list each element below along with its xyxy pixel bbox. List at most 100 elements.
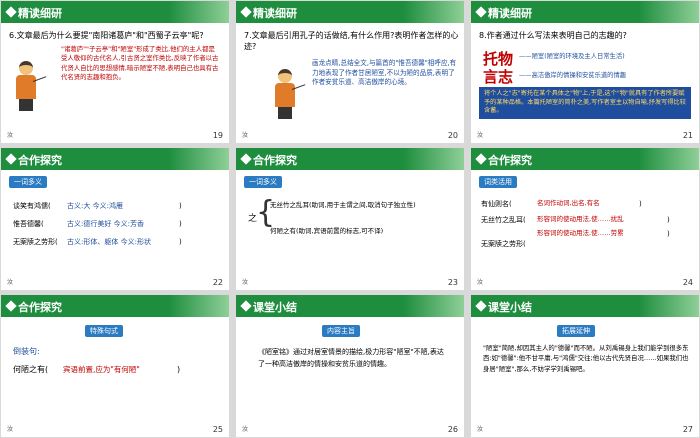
- summary-text: 《陋室铭》通过对居室情景的描绘,极力形容"陋室"不陋,表达了一种高洁傲岸的情操和…: [258, 348, 444, 368]
- footer-mark: 汝: [7, 279, 14, 286]
- row-label: 惟吾德馨(: [13, 220, 44, 228]
- slide-19[interactable]: 精读细研 6.文章最后为什么要提"南阳诸葛庐"和"西蜀子云亭"呢? "诸葛庐""…: [1, 1, 229, 143]
- diamond-icon: [5, 6, 17, 18]
- footer-mark: 汝: [477, 426, 484, 433]
- slide-22[interactable]: 合作探究 一词多义 谈笑有鸿儒( 古义:大 今义:鸿雁 ) 惟吾德馨( 古义:德…: [1, 148, 229, 290]
- slide-20[interactable]: 精读细研 7.文章最后引用孔子的话做结,有什么作用?表明作者怎样的心迹? 画龙点…: [236, 1, 464, 143]
- slide-header-title: 合作探究: [18, 301, 62, 314]
- header-stripe: [639, 148, 699, 170]
- row-meaning: 古义:形体、躯体 今义:形状: [67, 238, 151, 246]
- slide-header-title: 合作探究: [488, 154, 532, 167]
- footer-mark: 汝: [477, 132, 484, 139]
- answer-text: "诸葛庐""子云亭"和"陋室"形成了类比,他们的主人都是受人敬仰的古代名人,引古…: [61, 45, 219, 81]
- footer-mark: 汝: [242, 132, 249, 139]
- row-label: 无案牍之劳形(: [481, 240, 526, 248]
- sentence-close: ): [177, 365, 181, 374]
- explanation-box: 将个人之"志"寄托在某个具体之"物"上,于是,这个"物"就具有了作者所要赋予的某…: [479, 87, 691, 120]
- diamond-icon: [240, 153, 252, 165]
- slide-header: 合作探究: [471, 148, 699, 170]
- slide-21[interactable]: 精读细研 8.作者通过什么写法来表明自己的志趣的? 托物 言志 ——陋室(陋室的…: [471, 1, 699, 143]
- slide-header-title: 精读细研: [488, 7, 532, 20]
- row-close: ): [179, 202, 182, 210]
- header-stripe: [639, 1, 699, 23]
- row-close: ): [667, 230, 670, 238]
- page-number: 24: [682, 278, 693, 287]
- object-line: ——陋室(陋室的环境及主人日常生活): [519, 53, 625, 60]
- diamond-icon: [475, 300, 487, 312]
- section-tag: 内容主旨: [322, 325, 360, 337]
- slide-header-title: 精读细研: [253, 7, 297, 20]
- footer-mark: 汝: [7, 132, 14, 139]
- header-stripe: [169, 148, 229, 170]
- footer-mark: 汝: [477, 279, 484, 286]
- row-close: ): [179, 220, 182, 228]
- slide-header: 合作探究: [236, 148, 464, 170]
- sentence-type-label: 倒装句:: [13, 347, 40, 356]
- page-number: 23: [447, 278, 458, 287]
- slide-header: 课堂小结: [236, 295, 464, 317]
- header-stripe: [169, 1, 229, 23]
- big-text-tuowu: 托物: [483, 50, 514, 68]
- diamond-icon: [5, 153, 17, 165]
- question: 6.文章最后为什么要提"南阳诸葛庐"和"西蜀子云亭"呢?: [9, 31, 204, 40]
- row-label: 谈笑有鸿儒(: [13, 202, 51, 210]
- page-number: 25: [212, 425, 223, 434]
- slide-header: 合作探究: [1, 295, 229, 317]
- mind-line: ——高洁傲岸的情操和安贫乐道的情趣: [519, 72, 627, 79]
- slide-27[interactable]: 课堂小结 拓展延伸 "陋室"简陋,却因其主人的"德馨"而不陋。从刘禹锡身上我们能…: [471, 295, 699, 437]
- page-number: 21: [682, 131, 693, 140]
- slide-header: 课堂小结: [471, 295, 699, 317]
- header-stripe: [404, 148, 464, 170]
- page-number: 27: [682, 425, 693, 434]
- header-stripe: [404, 295, 464, 317]
- extension-text: "陋室"简陋,却因其主人的"德馨"而不陋。从刘禹锡身上我们能学到很多东西:如"德…: [483, 344, 689, 373]
- section-tag: 一词多义: [244, 176, 282, 188]
- row-close: ): [639, 200, 642, 208]
- answer-text: 画龙点睛,总结全文,与篇首的"惟吾德馨"相呼应,有力地表现了作者甘居陋室,不以为…: [312, 59, 457, 87]
- row-label: 有仙则名(: [481, 200, 512, 208]
- slide-header-title: 合作探究: [253, 154, 297, 167]
- diamond-icon: [475, 6, 487, 18]
- section-tag: 一词多义: [9, 176, 47, 188]
- row-label: 无丝竹之乱耳(: [481, 216, 526, 224]
- slide-header-title: 课堂小结: [253, 301, 297, 314]
- slide-24[interactable]: 合作探究 词类活用 有仙则名( 名词作动词,出名,有名 ) 无丝竹之乱耳( 形容…: [471, 148, 699, 290]
- teacher-figure-icon: [270, 69, 306, 119]
- slide-header: 精读细研: [1, 1, 229, 23]
- page-number: 19: [212, 131, 223, 140]
- row-meaning: 形容词的使动用法,使……劳累: [537, 229, 624, 237]
- diamond-icon: [240, 300, 252, 312]
- slide-23[interactable]: 合作探究 一词多义 之 { 无丝竹之乱耳(助词,用于主谓之间,取消句子独立性) …: [236, 148, 464, 290]
- question: 8.作者通过什么写法来表明自己的志趣的?: [479, 31, 627, 40]
- header-stripe: [404, 1, 464, 23]
- diamond-icon: [5, 300, 17, 312]
- footer-mark: 汝: [242, 426, 249, 433]
- slide-25[interactable]: 合作探究 特殊句式 倒装句: 何陋之有( 宾语前置,应为"有何陋" ) 汝 25: [1, 295, 229, 437]
- row-meaning: 形容词的使动用法,使……扰乱: [537, 215, 624, 223]
- slide-header: 精读细研: [236, 1, 464, 23]
- row-label: 无案牍之劳形(: [13, 238, 58, 246]
- page-number: 22: [212, 278, 223, 287]
- footer-mark: 汝: [7, 426, 14, 433]
- row-close: ): [667, 216, 670, 224]
- usage-2: 何陋之有(助词,宾语前置的标志,可不译): [270, 227, 384, 235]
- diamond-icon: [475, 153, 487, 165]
- header-stripe: [169, 295, 229, 317]
- row-close: ): [179, 238, 182, 246]
- footer-mark: 汝: [242, 279, 249, 286]
- diamond-icon: [240, 6, 252, 18]
- usage-1: 无丝竹之乱耳(助词,用于主谓之间,取消句子独立性): [270, 201, 416, 209]
- row-meaning: 古义:大 今义:鸿雁: [67, 202, 123, 210]
- page-number: 20: [447, 131, 458, 140]
- slide-grid: 精读细研 6.文章最后为什么要提"南阳诸葛庐"和"西蜀子云亭"呢? "诸葛庐""…: [0, 0, 700, 438]
- slide-header: 合作探究: [1, 148, 229, 170]
- section-tag: 特殊句式: [85, 325, 123, 337]
- slide-26[interactable]: 课堂小结 内容主旨 《陋室铭》通过对居室情景的描绘,极力形容"陋室"不陋,表达了…: [236, 295, 464, 437]
- big-text-yanzhi: 言志: [483, 68, 514, 86]
- example-sentence: 何陋之有(: [13, 365, 49, 374]
- header-stripe: [639, 295, 699, 317]
- page-number: 26: [447, 425, 458, 434]
- question: 7.文章最后引用孔子的话做结,有什么作用?表明作者怎样的心迹?: [244, 31, 459, 51]
- row-meaning: 名词作动词,出名,有名: [537, 199, 600, 207]
- section-tag: 拓展延伸: [557, 325, 595, 337]
